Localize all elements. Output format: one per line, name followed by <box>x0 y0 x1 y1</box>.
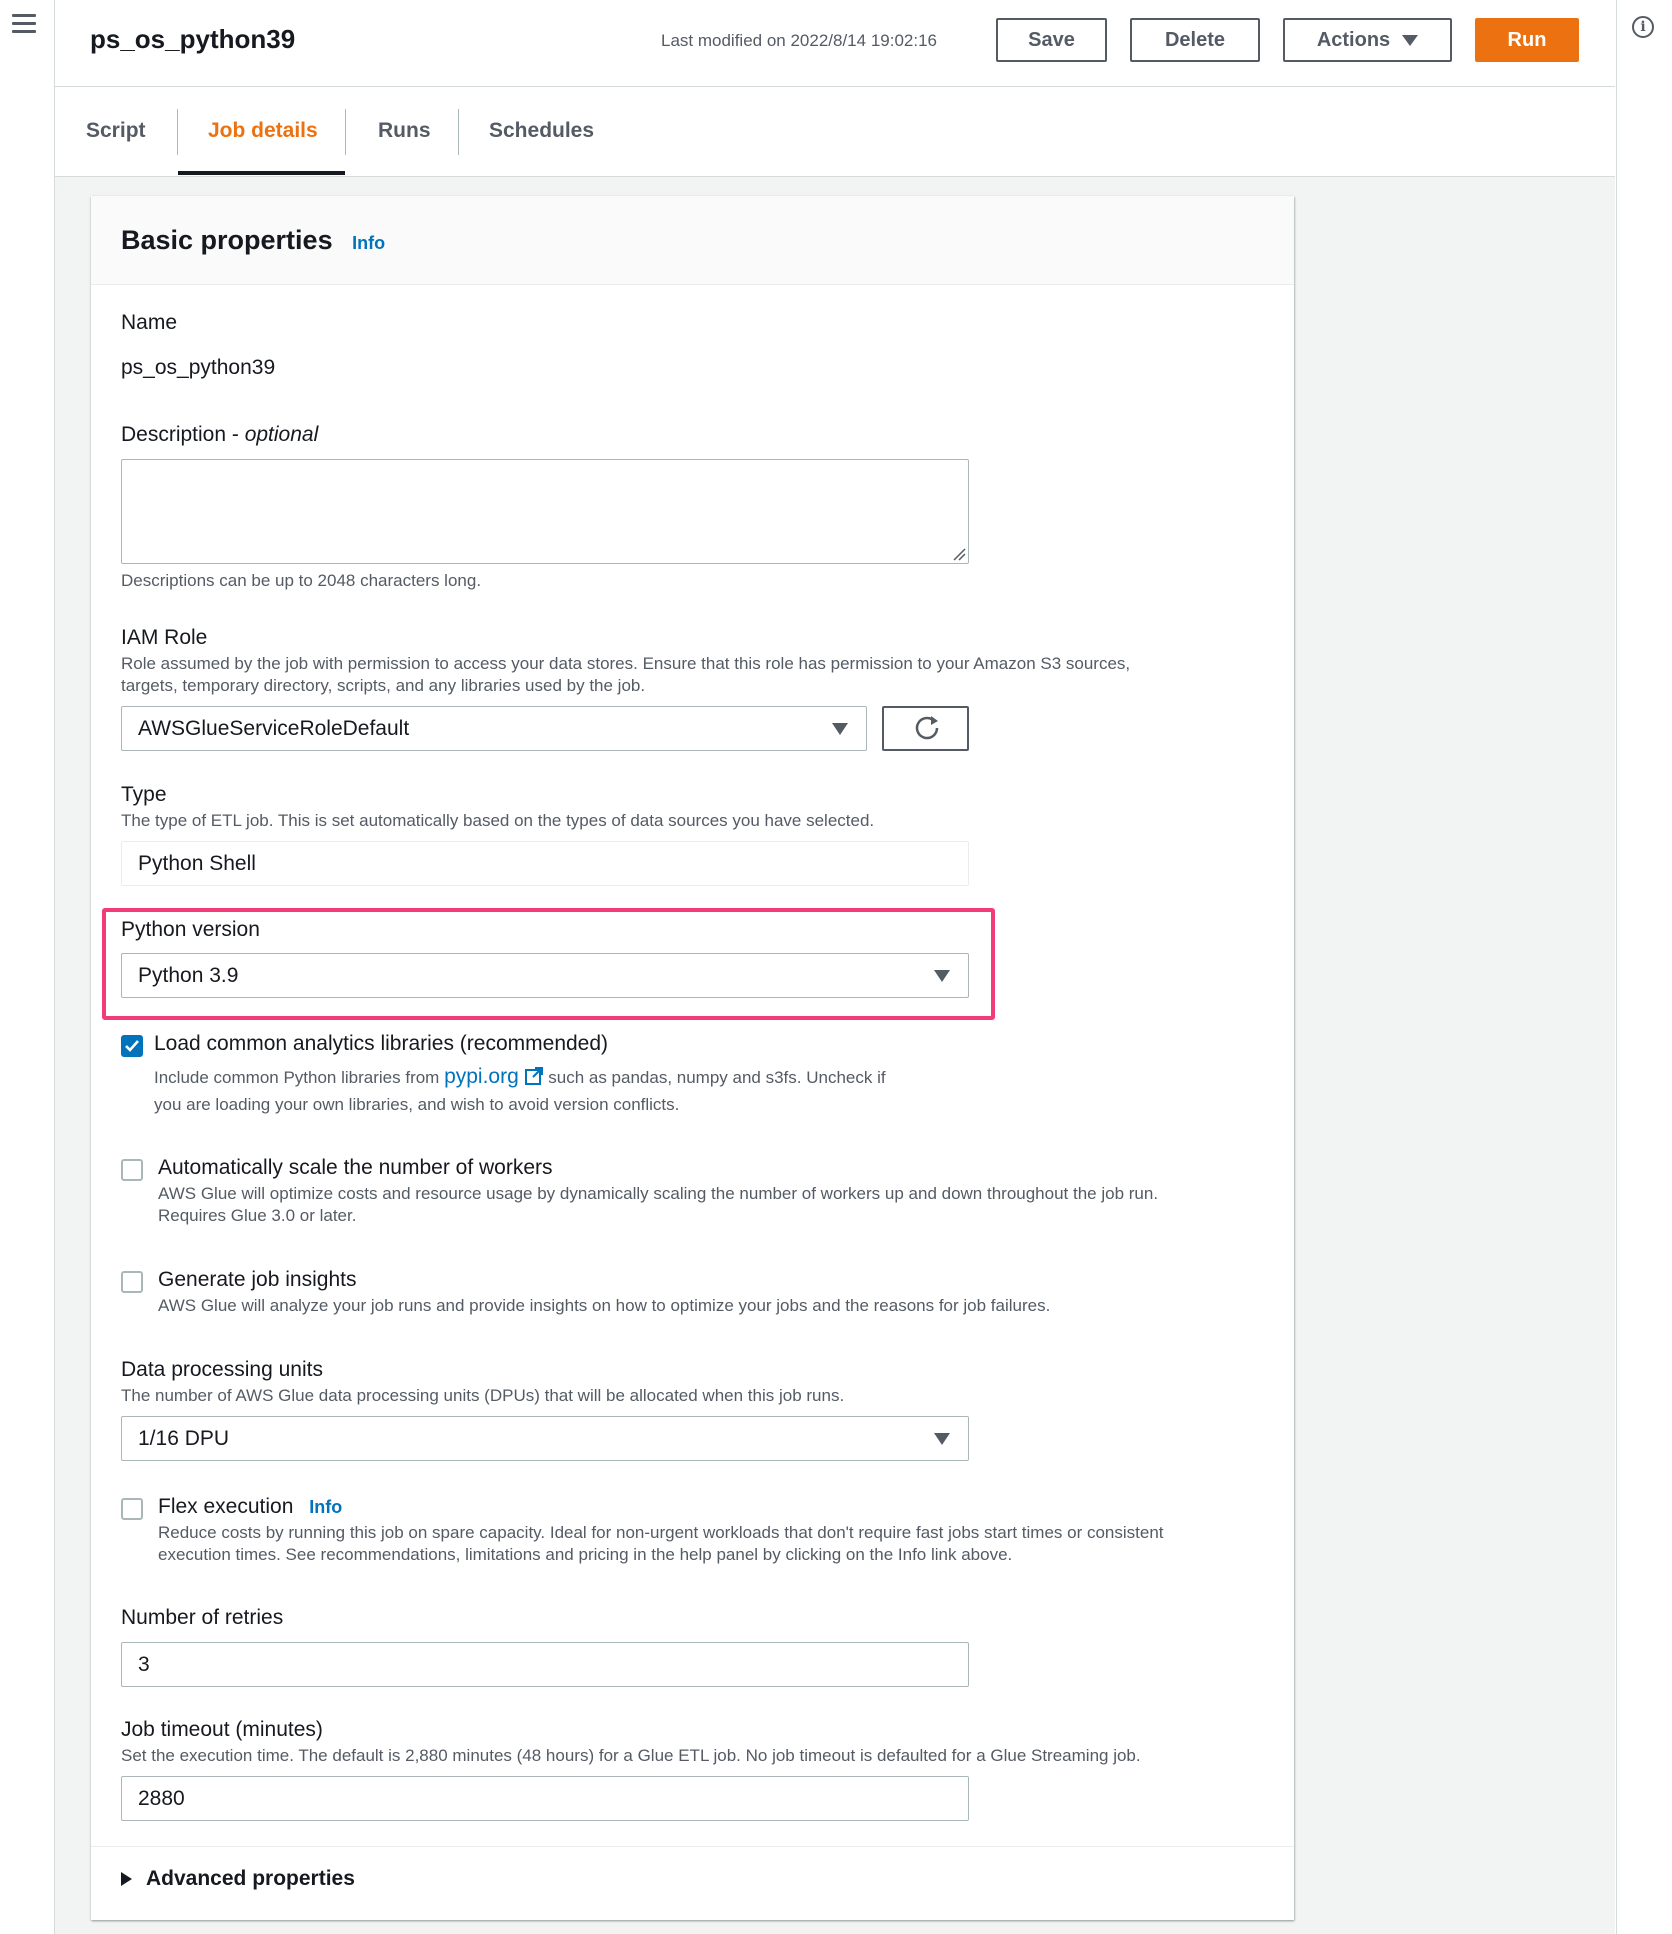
load-libraries-desc-line2: you are loading your own libraries, and … <box>154 1095 680 1114</box>
load-libraries-label: Load common analytics libraries (recomme… <box>154 1032 609 1055</box>
caret-down-icon <box>934 1433 950 1445</box>
job-insights-desc: AWS Glue will analyze your job runs and … <box>158 1296 1051 1315</box>
flex-execution-checkbox[interactable] <box>121 1498 143 1520</box>
dpu-select[interactable]: 1/16 DPU <box>121 1416 969 1461</box>
panel-title-text: Basic properties <box>121 225 333 255</box>
caret-right-icon <box>121 1872 132 1887</box>
flex-desc-line1: Reduce costs by running this job on spar… <box>158 1523 1164 1542</box>
retries-label: Number of retries <box>121 1606 284 1629</box>
load-libraries-desc-post: such as pandas, numpy and s3fs. Uncheck … <box>543 1068 886 1087</box>
dpu-value: 1/16 DPU <box>138 1427 230 1450</box>
autoscale-label: Automatically scale the number of worker… <box>158 1156 553 1179</box>
dpu-desc: The number of AWS Glue data processing u… <box>121 1386 845 1405</box>
timeout-label: Job timeout (minutes) <box>121 1718 323 1741</box>
autoscale-desc-line2: Requires Glue 3.0 or later. <box>158 1206 357 1225</box>
delete-button[interactable]: Delete <box>1130 18 1260 62</box>
type-label: Type <box>121 783 167 806</box>
save-button[interactable]: Save <box>996 18 1107 62</box>
iam-role-select[interactable]: AWSGlueServiceRoleDefault <box>121 706 867 751</box>
tab-job-details[interactable]: Job details <box>208 119 318 143</box>
tab-divider <box>345 109 346 155</box>
divider <box>91 1846 1294 1847</box>
description-hint: Descriptions can be up to 2048 character… <box>121 571 482 590</box>
tab-runs[interactable]: Runs <box>378 119 431 143</box>
page-header: ps_os_python39 Last modified on 2022/8/1… <box>55 0 1615 87</box>
flex-desc-line2: execution times. See recommendations, li… <box>158 1545 1013 1564</box>
panel-title: Basic properties Info <box>121 225 385 256</box>
load-libraries-desc-pre: Include common Python libraries from <box>154 1068 445 1087</box>
description-label: Description - optional <box>121 423 318 447</box>
job-insights-checkbox[interactable] <box>121 1271 143 1293</box>
description-textarea[interactable] <box>121 459 969 564</box>
timeout-input[interactable]: 2880 <box>121 1776 969 1821</box>
iam-role-value: AWSGlueServiceRoleDefault <box>138 717 410 740</box>
name-label: Name <box>121 311 178 334</box>
flex-info-link[interactable]: Info <box>309 1497 342 1517</box>
autoscale-desc-line1: AWS Glue will optimize costs and resourc… <box>158 1184 1159 1203</box>
main-content: ps_os_python39 Last modified on 2022/8/1… <box>55 0 1615 1934</box>
external-link-icon[interactable] <box>524 1066 544 1086</box>
run-button[interactable]: Run <box>1475 18 1579 62</box>
resize-grip-icon[interactable] <box>952 547 966 561</box>
tab-divider <box>458 109 459 155</box>
right-rail <box>1616 0 1672 1934</box>
load-libraries-checkbox[interactable] <box>121 1035 143 1057</box>
checkmark-icon <box>125 1040 139 1052</box>
tab-schedules[interactable]: Schedules <box>489 119 594 143</box>
description-label-text: Description - <box>121 423 245 446</box>
load-libraries-desc-line1: Include common Python libraries from pyp… <box>154 1066 886 1089</box>
flex-execution-label-text: Flex execution <box>158 1495 294 1518</box>
tab-bar: Script Job details Runs Schedules <box>55 87 1615 177</box>
last-modified-text: Last modified on 2022/8/14 19:02:16 <box>661 31 937 50</box>
caret-down-icon <box>1402 35 1419 47</box>
iam-role-desc-line2: targets, temporary directory, scripts, a… <box>121 676 646 695</box>
autoscale-checkbox[interactable] <box>121 1159 143 1181</box>
type-desc: The type of ETL job. This is set automat… <box>121 811 875 830</box>
left-rail <box>0 0 55 1934</box>
info-circle-icon[interactable]: i <box>1632 16 1654 38</box>
timeout-desc: Set the execution time. The default is 2… <box>121 1746 1141 1765</box>
name-value: ps_os_python39 <box>121 356 276 379</box>
panel-header: Basic properties Info <box>91 196 1294 285</box>
refresh-button[interactable] <box>882 706 969 751</box>
hamburger-icon[interactable] <box>12 14 36 34</box>
job-insights-label: Generate job insights <box>158 1268 357 1291</box>
basic-properties-panel: Basic properties Info Name ps_os_python3… <box>91 196 1294 1920</box>
highlight-box <box>102 908 995 1020</box>
advanced-properties-label: Advanced properties <box>146 1867 355 1890</box>
caret-down-icon <box>832 723 848 735</box>
iam-role-label: IAM Role <box>121 626 208 649</box>
type-field: Python Shell <box>121 841 969 886</box>
actions-button-label: Actions <box>1316 29 1391 51</box>
info-link[interactable]: Info <box>352 233 385 253</box>
pypi-link[interactable]: pypi.org <box>444 1065 519 1088</box>
actions-button[interactable]: Actions <box>1283 18 1452 62</box>
page-title: ps_os_python39 <box>90 24 296 54</box>
advanced-properties-toggle[interactable]: Advanced properties <box>121 1867 355 1891</box>
active-tab-indicator <box>178 171 345 175</box>
optional-text: optional <box>244 423 319 446</box>
dpu-label: Data processing units <box>121 1358 323 1381</box>
flex-execution-label: Flex execution Info <box>158 1495 342 1519</box>
retries-input[interactable]: 3 <box>121 1642 969 1687</box>
iam-role-desc-line1: Role assumed by the job with permission … <box>121 654 1131 673</box>
tab-divider <box>177 109 178 155</box>
tab-script[interactable]: Script <box>86 119 146 143</box>
refresh-icon <box>915 716 939 740</box>
